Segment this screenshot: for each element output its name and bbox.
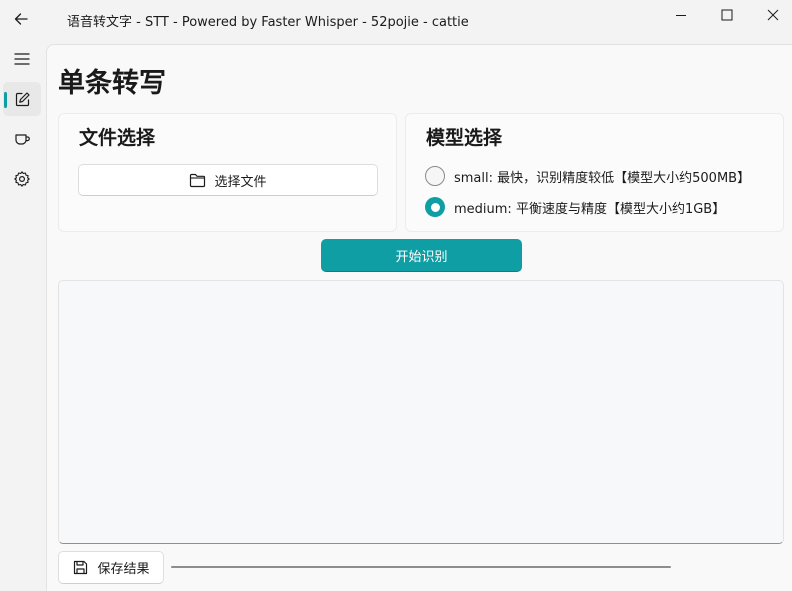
model-option-small[interactable]: small: 最快，识别精度较低【模型大小约500MB】 bbox=[425, 164, 750, 188]
sidebar-nav bbox=[0, 40, 46, 591]
start-recognition-button[interactable]: 开始识别 bbox=[321, 239, 522, 272]
model-option-medium[interactable]: medium: 平衡速度与精度【模型大小约1GB】 bbox=[425, 195, 725, 219]
close-button[interactable] bbox=[750, 0, 792, 30]
title-bar: 语音转文字 - STT - Powered by Faster Whisper … bbox=[0, 0, 792, 40]
model-option-small-label: small: 最快，识别精度较低【模型大小约500MB】 bbox=[454, 170, 751, 186]
maximize-icon bbox=[721, 9, 733, 21]
result-textarea[interactable] bbox=[58, 280, 784, 544]
close-icon bbox=[767, 9, 779, 21]
select-file-label: 选择文件 bbox=[214, 174, 267, 190]
maximize-button[interactable] bbox=[704, 0, 750, 30]
arrow-left-icon bbox=[14, 13, 28, 25]
file-select-card: 文件选择 选择文件 bbox=[58, 113, 397, 232]
progress-bar bbox=[171, 566, 671, 568]
cup-icon bbox=[14, 133, 30, 145]
select-file-button[interactable]: 选择文件 bbox=[78, 164, 378, 196]
file-card-title: 文件选择 bbox=[79, 127, 156, 149]
sidebar-menu-toggle[interactable] bbox=[3, 42, 41, 76]
active-indicator bbox=[4, 92, 7, 108]
main-content: 单条转写 文件选择 选择文件 模型选择 small: 最快，识别精度较低【模型大… bbox=[46, 44, 792, 591]
sidebar-item-single-transcribe[interactable] bbox=[3, 82, 41, 116]
radio-unselected[interactable] bbox=[425, 166, 445, 186]
model-card-title: 模型选择 bbox=[426, 127, 503, 149]
window-title: 语音转文字 - STT - Powered by Faster Whisper … bbox=[67, 15, 469, 30]
minimize-button[interactable] bbox=[658, 0, 704, 30]
radio-selected[interactable] bbox=[425, 197, 445, 217]
sidebar-item-coffee[interactable] bbox=[3, 122, 41, 156]
menu-icon bbox=[14, 53, 30, 65]
model-select-card: 模型选择 small: 最快，识别精度较低【模型大小约500MB】 medium… bbox=[405, 113, 784, 232]
folder-icon bbox=[190, 173, 206, 187]
page-title: 单条转写 bbox=[58, 68, 166, 99]
model-option-medium-label: medium: 平衡速度与精度【模型大小约1GB】 bbox=[454, 201, 726, 217]
save-result-button[interactable]: 保存结果 bbox=[58, 551, 164, 584]
save-icon bbox=[74, 560, 88, 575]
edit-icon bbox=[15, 91, 30, 106]
gear-icon bbox=[14, 171, 30, 187]
back-button[interactable] bbox=[6, 4, 36, 34]
sidebar-item-settings[interactable] bbox=[3, 162, 41, 196]
minimize-icon bbox=[676, 15, 686, 16]
save-result-label: 保存结果 bbox=[97, 562, 150, 577]
